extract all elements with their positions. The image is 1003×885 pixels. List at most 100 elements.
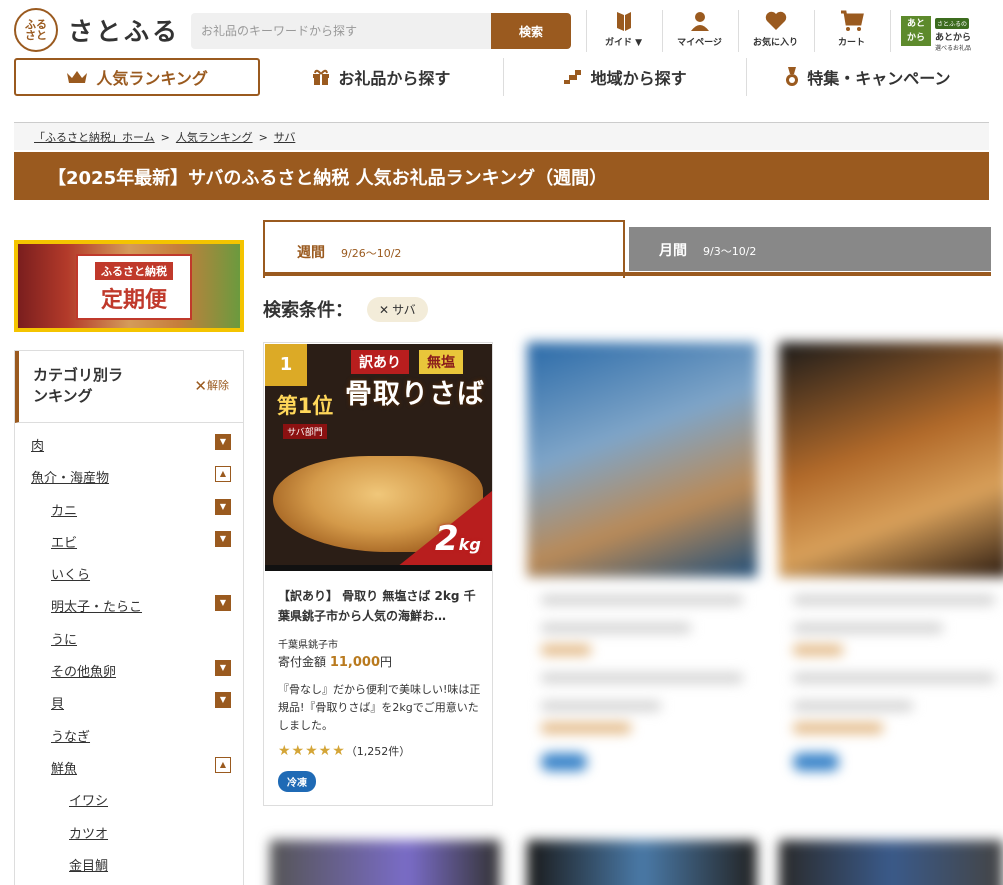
banner-image: ふるさと納税 定期便 [18,244,240,328]
atokara-name: あとから [935,32,972,43]
product-card-blurred[interactable] [527,342,757,806]
category-item[interactable]: 貝 ▼ [15,692,243,725]
category-label[interactable]: 魚介・海産物 [31,467,109,486]
search-button[interactable]: 検索 [491,13,571,49]
close-icon: ✕ [194,377,207,395]
category-item[interactable]: うなぎ [15,726,243,758]
collapse-icon[interactable]: ▲ [215,756,231,773]
map-icon [563,70,581,84]
expand-icon[interactable]: ▼ [215,692,231,709]
expand-icon[interactable]: ▼ [215,660,231,677]
category-label[interactable]: 肉 [31,435,44,454]
cart-icon [840,10,864,31]
product-region: 千葉県銚子市 [278,640,338,651]
subscription-banner[interactable]: ふるさと納税 定期便 [14,240,244,332]
breadcrumb-current[interactable]: サバ [274,131,296,144]
category-label[interactable]: 明太子・たらこ [51,596,142,615]
category-label[interactable]: カニ [51,500,77,519]
category-item[interactable]: 鮮魚 ▲ [15,756,243,790]
nav-features[interactable]: 特集・キャンペーン [747,58,989,96]
category-item[interactable]: 肉 ▼ [15,434,243,467]
category-item[interactable]: いくら [15,564,243,596]
clear-filter-button[interactable]: ✕解除 [194,377,229,395]
expand-icon[interactable]: ▼ [215,530,231,547]
expand-icon[interactable]: ▼ [215,434,231,450]
search-input[interactable] [191,13,491,49]
category-item[interactable]: エビ ▼ [15,530,243,564]
site-header: ふるさと さとふる 検索 ガイド ▼ マイページ お気に入り カート あと から… [0,0,1003,56]
product-price: 寄付金額 11,000円 [278,655,393,670]
atokara-logo: あと から [901,16,931,46]
tab-weekly[interactable]: 週間 9/26〜10/2 [263,220,625,278]
nav-regions[interactable]: 地域から探す [504,58,747,96]
category-label[interactable]: 金目鯛 [69,855,108,874]
category-item[interactable]: 金目鯛 [15,855,243,885]
product-rating: ★★★★★（1,252件） [278,743,411,759]
category-list: 肉 ▼ 魚介・海産物 ▲ カニ ▼ エビ ▼ いくら 明太子・たらこ ▼ うに その他魚卵 ▼ 貝 ▼ うなぎ鮮… [15,423,243,885]
main-nav: 人気ランキング お礼品から探す 地域から探す 特集・キャンペーン [14,58,989,96]
category-label[interactable]: エビ [51,532,77,551]
product-card[interactable]: 1 訳あり 無塩 骨取りさば 第1位 サバ部門 2kg 【訳あり】 骨取り 無塩… [263,342,493,806]
medal-icon [786,67,799,86]
image-rank-badge: 第1位 サバ部門 [276,394,334,439]
category-item[interactable]: その他魚卵 ▼ [15,660,243,693]
logo-text: さとふる [68,17,181,46]
atokara-sub: 選べるお礼品 [935,44,972,52]
product-card-blurred[interactable] [270,840,500,885]
logo-mark: ふるさと [14,8,58,52]
guide-menu[interactable]: ガイド ▼ [586,10,660,52]
nav-ranking[interactable]: 人気ランキング [14,58,261,96]
user-icon [690,12,709,31]
gift-icon [313,69,330,85]
breadcrumb-ranking[interactable]: 人気ランキング [176,131,253,144]
category-item[interactable]: カツオ [15,823,243,855]
crown-icon [67,71,88,83]
category-item[interactable]: 魚介・海産物 ▲ [15,466,243,499]
wakeari-tag: 訳あり [351,350,409,374]
image-weight: 2kg [435,519,481,559]
category-label[interactable]: うなぎ [51,726,90,745]
tab-monthly[interactable]: 月間 9/3〜10/2 [629,227,991,271]
condition-chip[interactable]: ✕ サバ [367,296,428,322]
product-image[interactable]: 1 訳あり 無塩 骨取りさば 第1位 サバ部門 2kg [265,344,492,571]
rank-badge: 1 [265,344,307,386]
expand-icon[interactable]: ▼ [215,595,231,612]
category-label[interactable]: うに [51,629,77,648]
category-item[interactable]: うに [15,629,243,661]
category-label[interactable]: 貝 [51,693,64,712]
category-label[interactable]: 鮮魚 [51,758,77,777]
atokara-tag: さとふるの [935,17,970,29]
category-item[interactable]: イワシ [15,790,243,822]
product-card-blurred[interactable] [779,840,1003,885]
category-header: カテゴリ別ランキング ✕解除 [15,351,243,423]
banner-line2: 定期便 [100,288,167,313]
category-label[interactable]: その他魚卵 [51,661,116,680]
category-item[interactable]: 明太子・たらこ ▼ [15,595,243,628]
page-title: 【2025年最新】サバのふるさと納税 人気お礼品ランキング（週間） [14,152,989,200]
mypage-link[interactable]: マイページ [662,10,736,52]
product-card-blurred[interactable] [527,840,757,885]
site-logo[interactable]: ふるさと さとふる [14,8,180,52]
breadcrumb-bar: 「ふるさと納税」ホーム > 人気ランキング > サバ [14,122,989,150]
category-item[interactable]: カニ ▼ [15,498,243,532]
category-label[interactable]: イワシ [69,790,108,809]
tab-underline [263,272,991,276]
category-label[interactable]: カツオ [69,823,108,842]
star-icons: ★★★★★ [278,743,346,759]
product-title[interactable]: 【訳あり】 骨取り 無塩さば 2kg 千葉県銚子市から人気の海鮮お… [278,586,482,626]
image-headline: 骨取りさば [345,379,485,410]
nav-gifts[interactable]: お礼品から探す [260,58,504,96]
category-label[interactable]: いくら [51,564,90,583]
search-conditions: 検索条件： ✕ サバ [263,296,428,322]
atokara-link[interactable]: あと から さとふるの あとから 選べるお礼品 [890,10,1000,52]
breadcrumb-home[interactable]: 「ふるさと納税」ホーム [34,131,155,144]
expand-icon[interactable]: ▼ [215,498,231,515]
product-card-blurred[interactable] [779,342,1003,806]
unsalted-tag: 無塩 [419,350,463,374]
book-icon [616,12,631,31]
cart-link[interactable]: カート [814,10,888,52]
product-description: 『骨なし』だから便利で美味しい!味は正規品!『骨取りさば』を2kgでご用意いたし… [278,683,481,732]
favorites-link[interactable]: お気に入り [738,10,812,52]
heart-icon [765,11,786,31]
collapse-icon[interactable]: ▲ [215,466,231,483]
